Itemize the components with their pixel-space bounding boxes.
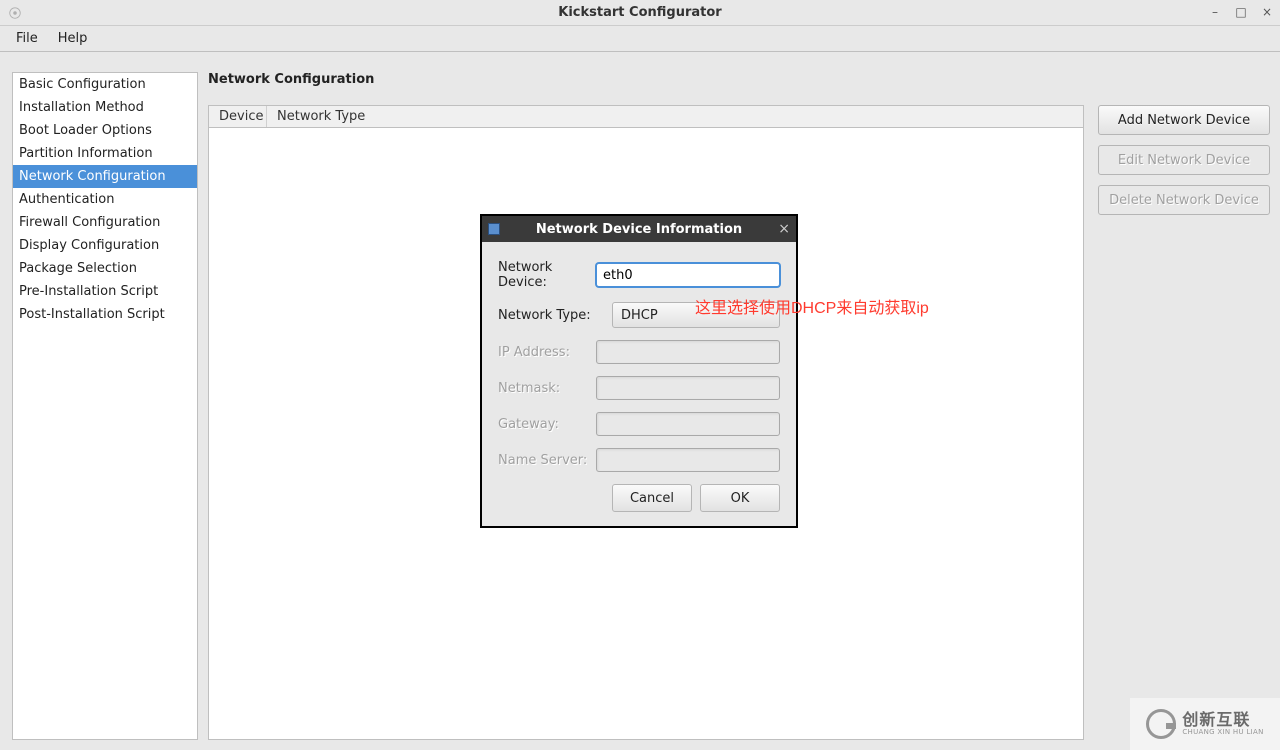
sidebar-item-bootloader[interactable]: Boot Loader Options xyxy=(13,119,197,142)
sidebar-item-package[interactable]: Package Selection xyxy=(13,257,197,280)
sidebar-item-partition[interactable]: Partition Information xyxy=(13,142,197,165)
netmask-label: Netmask: xyxy=(498,381,596,396)
table-col-device[interactable]: Device xyxy=(209,106,267,127)
sidebar-item-network[interactable]: Network Configuration xyxy=(13,165,197,188)
watermark-cn: 创新互联 xyxy=(1182,713,1263,729)
edit-network-device-button: Edit Network Device xyxy=(1098,145,1270,175)
gateway-label: Gateway: xyxy=(498,417,596,432)
sidebar-item-install[interactable]: Installation Method xyxy=(13,96,197,119)
watermark: 创新互联 CHUANG XIN HU LIAN xyxy=(1130,698,1280,750)
ip-address-input xyxy=(596,340,780,364)
sidebar-item-firewall[interactable]: Firewall Configuration xyxy=(13,211,197,234)
ok-button[interactable]: OK xyxy=(700,484,780,512)
minimize-icon[interactable]: – xyxy=(1206,3,1224,21)
device-label: Network Device: xyxy=(498,260,596,290)
sidebar-item-basic[interactable]: Basic Configuration xyxy=(13,73,197,96)
sidebar-item-display[interactable]: Display Configuration xyxy=(13,234,197,257)
network-device-dialog: Network Device Information × Network Dev… xyxy=(480,214,798,528)
table-col-type[interactable]: Network Type xyxy=(267,106,1083,127)
sidebar-item-preinstall[interactable]: Pre-Installation Script xyxy=(13,280,197,303)
annotation-text: 这里选择使用DHCP来自动获取ip xyxy=(695,294,929,318)
page-title: Network Configuration xyxy=(208,72,1270,87)
type-label: Network Type: xyxy=(498,308,612,323)
sidebar-item-postinstall[interactable]: Post-Installation Script xyxy=(13,303,197,326)
delete-network-device-button: Delete Network Device xyxy=(1098,185,1270,215)
menu-file[interactable]: File xyxy=(6,27,48,50)
watermark-logo-icon xyxy=(1146,709,1176,739)
menu-help[interactable]: Help xyxy=(48,27,98,50)
sidebar-item-auth[interactable]: Authentication xyxy=(13,188,197,211)
name-server-input xyxy=(596,448,780,472)
watermark-en: CHUANG XIN HU LIAN xyxy=(1182,729,1263,736)
dialog-close-icon[interactable]: × xyxy=(778,221,790,237)
close-icon[interactable]: × xyxy=(1258,3,1276,21)
netmask-input xyxy=(596,376,780,400)
menubar: File Help xyxy=(0,26,1280,52)
cancel-button[interactable]: Cancel xyxy=(612,484,692,512)
dialog-title: Network Device Information xyxy=(482,222,796,237)
network-type-value: DHCP xyxy=(621,308,658,323)
add-network-device-button[interactable]: Add Network Device xyxy=(1098,105,1270,135)
sidebar: Basic Configuration Installation Method … xyxy=(12,72,198,740)
maximize-icon[interactable]: □ xyxy=(1232,3,1250,21)
network-device-input[interactable] xyxy=(596,263,780,287)
ns-label: Name Server: xyxy=(498,453,596,468)
gateway-input xyxy=(596,412,780,436)
ip-label: IP Address: xyxy=(498,345,596,360)
window-titlebar: Kickstart Configurator – □ × xyxy=(0,0,1280,26)
dialog-titlebar[interactable]: Network Device Information × xyxy=(482,216,796,242)
window-title: Kickstart Configurator xyxy=(0,5,1280,20)
